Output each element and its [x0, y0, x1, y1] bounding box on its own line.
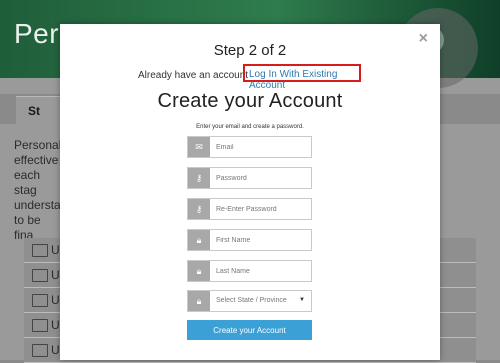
- create-account-button[interactable]: Create your Account: [187, 320, 312, 340]
- password-field: ⚷: [187, 167, 317, 189]
- folder-icon: [32, 319, 48, 332]
- key-icon: ⚷: [188, 199, 210, 219]
- first-name-input[interactable]: [210, 230, 317, 250]
- folder-icon: [32, 244, 48, 257]
- folder-icon: [32, 269, 48, 282]
- chevron-down-icon: ▼: [299, 297, 305, 303]
- list-item-label: U: [51, 343, 60, 357]
- state-select[interactable]: 🔒︎ Select State / Province ▼: [187, 290, 312, 312]
- list-item-label: U: [51, 243, 60, 257]
- folder-icon: [32, 294, 48, 307]
- list-item-label: U: [51, 318, 60, 332]
- login-existing-account-link[interactable]: Log In With Existing Account: [249, 69, 359, 91]
- lock-icon: 🔒︎: [188, 291, 210, 311]
- state-select-value: Select State / Province: [216, 297, 287, 304]
- background-body-text: Personal effective each stag understa to…: [14, 138, 62, 242]
- have-account-text: Already have an account: [138, 70, 249, 81]
- password-input[interactable]: [210, 168, 317, 188]
- email-field: ✉: [187, 136, 317, 158]
- list-item-label: U: [51, 268, 60, 282]
- step-indicator: Step 2 of 2: [213, 42, 287, 59]
- envelope-icon: ✉: [188, 137, 210, 157]
- lock-icon: 🔒︎: [188, 261, 210, 281]
- login-link-highlight: Log In With Existing Account: [243, 64, 361, 91]
- tab-steps-label: St: [28, 104, 40, 118]
- modal-heading: Create your Account: [157, 90, 343, 112]
- key-icon: ⚷: [188, 168, 210, 188]
- lock-icon: 🔒︎: [188, 230, 210, 250]
- email-input[interactable]: [210, 137, 317, 157]
- create-account-modal: × Step 2 of 2 Already have an account Lo…: [60, 24, 440, 360]
- reenter-password-field: ⚷: [187, 198, 317, 220]
- folder-icon: [32, 344, 48, 357]
- instructions-text: Enter your email and create a password.: [196, 124, 304, 130]
- reenter-password-input[interactable]: [210, 199, 317, 219]
- first-name-field: 🔒︎: [187, 229, 317, 251]
- list-item-label: U: [51, 293, 60, 307]
- last-name-input[interactable]: [210, 261, 317, 281]
- last-name-field: 🔒︎: [187, 260, 317, 282]
